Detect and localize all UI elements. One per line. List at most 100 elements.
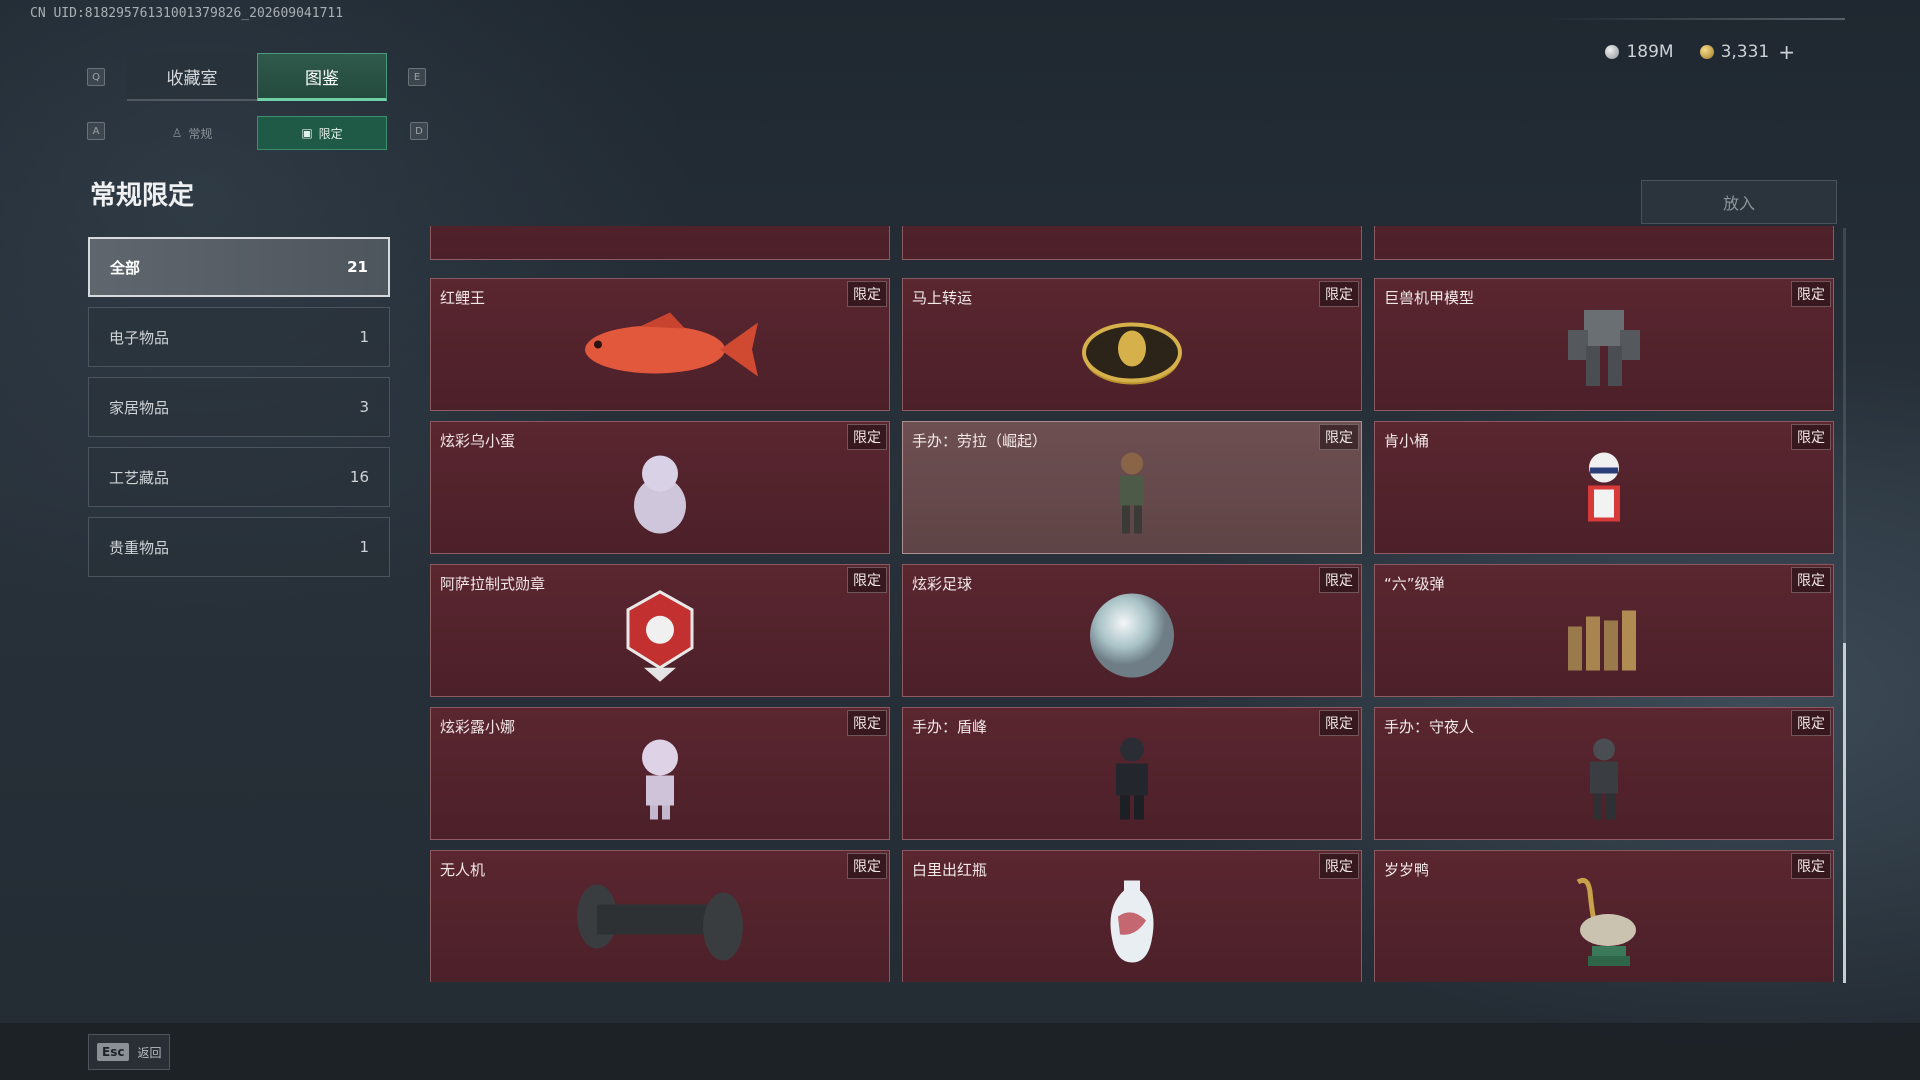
silver-currency: 189M	[1605, 42, 1674, 62]
limited-badge: 限定	[847, 853, 887, 879]
figure-icon: ♙	[171, 126, 183, 140]
item-card-dunfeng-figure[interactable]: 手办：盾峰 限定	[902, 707, 1362, 840]
item-card-suisui-duck[interactable]: 岁岁鸭 限定	[1374, 850, 1834, 982]
key-hint-q[interactable]: Q	[87, 68, 105, 86]
category-label: 贵重物品	[109, 538, 170, 557]
category-electronics[interactable]: 电子物品 1	[88, 307, 390, 367]
limited-badge: 限定	[1319, 281, 1359, 307]
item-name: 无人机	[440, 861, 486, 879]
item-card-level-six-ammo[interactable]: “六”级弹 限定	[1374, 564, 1834, 697]
limited-badge: 限定	[1319, 710, 1359, 736]
limited-badge: 限定	[1791, 281, 1831, 307]
item-card-porcelain-vase[interactable]: 白里出红瓶 限定	[902, 850, 1362, 982]
silver-amount: 189M	[1626, 42, 1674, 62]
key-hint-e[interactable]: E	[408, 68, 426, 86]
item-grid: 红鲤王 限定 马上转运 限定 巨兽机甲模型 限定 炫彩乌小蛋 限定 手办：劳拉（…	[430, 226, 1836, 982]
uid-text: CN UID:8182957613100137982‌6_20260904171…	[30, 6, 344, 21]
put-in-button[interactable]: 放入	[1641, 180, 1837, 224]
image-icon: ▣	[301, 126, 313, 140]
egg-figure-icon	[634, 455, 686, 533]
mech-robot-icon	[1568, 309, 1640, 386]
item-card-red-carp[interactable]: 红鲤王 限定	[430, 278, 890, 411]
gold-amount: 3,331	[1720, 42, 1770, 62]
item-card-rainbow-egg[interactable]: 炫彩乌小蛋 限定	[430, 421, 890, 554]
currency-bar: 189M 3,331 +	[1605, 40, 1795, 64]
category-valuables[interactable]: 贵重物品 1	[88, 517, 390, 577]
item-card-mech-model[interactable]: 巨兽机甲模型 限定	[1374, 278, 1834, 411]
sub-tabs: ♙ 常规 ▣ 限定	[127, 116, 387, 150]
grid-row: 炫彩露小娜 限定 手办：盾峰 限定 手办：守夜人 限定	[430, 707, 1834, 840]
category-sidebar: 全部 21 电子物品 1 家居物品 3 工艺藏品 16 贵重物品 1	[88, 237, 390, 587]
limited-badge: 限定	[847, 424, 887, 450]
category-count: 3	[359, 398, 369, 416]
esc-key: Esc	[97, 1043, 130, 1061]
limited-badge: 限定	[1791, 567, 1831, 593]
item-name: 炫彩乌小蛋	[440, 432, 516, 450]
item-card-partial[interactable]	[430, 226, 890, 260]
vase-icon	[1110, 880, 1154, 962]
item-name: 手办：劳拉（崛起）	[912, 432, 1048, 450]
item-card-partial[interactable]	[1374, 226, 1834, 260]
soldier-figure-icon	[1590, 738, 1618, 819]
gold-coin-icon	[1699, 45, 1714, 59]
soldier-figure-icon	[1116, 737, 1148, 819]
duck-statue-icon	[1576, 877, 1636, 966]
item-card-lucky-horse[interactable]: 马上转运 限定	[902, 278, 1362, 411]
category-count: 16	[349, 468, 369, 486]
item-card-nightwatch-figure[interactable]: 手办：守夜人 限定	[1374, 707, 1834, 840]
limited-badge: 限定	[1319, 567, 1359, 593]
item-card-rainbow-luna[interactable]: 炫彩露小娜 限定	[430, 707, 890, 840]
back-label: 返回	[137, 1045, 162, 1060]
tab-catalog[interactable]: 图鉴	[257, 53, 387, 101]
top-tabs: 收藏室 图鉴	[127, 53, 387, 101]
item-name: 巨兽机甲模型	[1384, 289, 1475, 307]
category-household[interactable]: 家居物品 3	[88, 377, 390, 437]
grid-row: 无人机 限定 白里出红瓶 限定 岁岁鸭 限定	[430, 850, 1834, 982]
medal-icon	[626, 589, 694, 682]
item-name: 肯小桶	[1384, 432, 1430, 450]
mascot-figure-icon	[1588, 452, 1620, 521]
page-title: 常规限定	[90, 181, 195, 211]
silver-coin-icon	[1605, 45, 1620, 59]
item-card-rainbow-football[interactable]: 炫彩足球 限定	[902, 564, 1362, 697]
bullets-hand-icon	[1568, 610, 1636, 670]
item-name: “六”级弹	[1384, 575, 1445, 593]
item-card-asala-medal[interactable]: 阿萨拉制式勋章 限定	[430, 564, 890, 697]
back-button[interactable]: Esc 返回	[88, 1034, 171, 1070]
doll-figure-icon	[642, 739, 678, 819]
subtab-limited[interactable]: ▣ 限定	[257, 116, 387, 150]
subtab-regular[interactable]: ♙ 常规	[127, 116, 257, 150]
fish-icon	[585, 312, 758, 376]
category-count: 1	[359, 538, 369, 556]
key-hint-a[interactable]: A	[87, 122, 105, 140]
bottom-bar	[0, 1023, 1920, 1080]
football-icon	[1090, 593, 1174, 677]
grid-row: 炫彩乌小蛋 限定 手办：劳拉（崛起） 限定 肯小桶 限定	[430, 421, 1834, 554]
grid-scrollbar[interactable]	[1843, 228, 1846, 983]
decorative-line	[1545, 18, 1845, 20]
item-card-ken-bucket[interactable]: 肯小桶 限定	[1374, 421, 1834, 554]
item-name: 炫彩露小娜	[440, 718, 516, 736]
limited-badge: 限定	[1319, 853, 1359, 879]
category-label: 家居物品	[109, 398, 170, 417]
limited-badge: 限定	[847, 710, 887, 736]
category-count: 1	[359, 328, 369, 346]
item-card-drone[interactable]: 无人机 限定	[430, 850, 890, 982]
tab-collection-room[interactable]: 收藏室	[127, 53, 257, 101]
key-hint-d[interactable]: D	[410, 122, 428, 140]
scrollbar-thumb[interactable]	[1843, 643, 1846, 983]
item-name: 红鲤王	[440, 289, 486, 307]
limited-badge: 限定	[1791, 710, 1831, 736]
add-currency-button[interactable]: +	[1778, 40, 1795, 64]
gold-currency: 3,331 +	[1699, 40, 1795, 64]
category-all[interactable]: 全部 21	[88, 237, 390, 297]
category-crafts[interactable]: 工艺藏品 16	[88, 447, 390, 507]
item-card-lara-figure[interactable]: 手办：劳拉（崛起） 限定	[902, 421, 1362, 554]
category-label: 电子物品	[109, 328, 170, 347]
drone-icon	[577, 884, 743, 960]
item-card-partial[interactable]	[902, 226, 1362, 260]
item-name: 马上转运	[912, 289, 973, 307]
grid-row: 阿萨拉制式勋章 限定 炫彩足球 限定 “六”级弹 限定	[430, 564, 1834, 697]
limited-badge: 限定	[847, 567, 887, 593]
subtab-limited-label: 限定	[318, 126, 343, 141]
